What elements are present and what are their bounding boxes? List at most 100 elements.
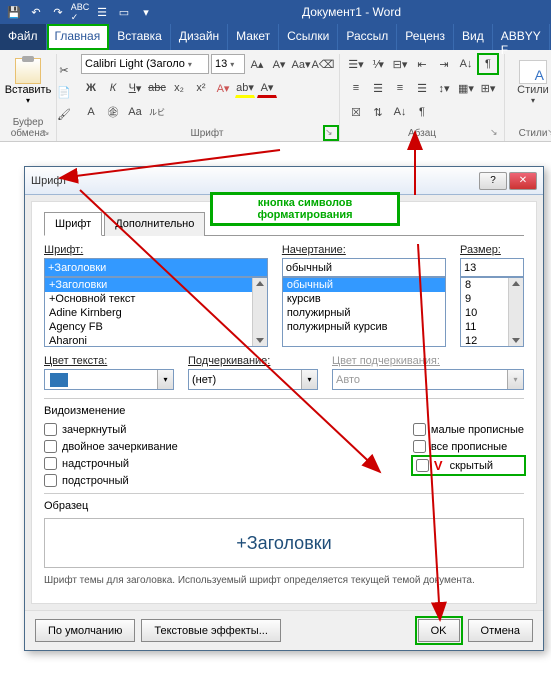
multilevel-icon[interactable]: ⊟▾ [390, 54, 410, 74]
check-smallcaps[interactable]: малые прописные [413, 423, 524, 436]
texteffect-icon[interactable]: A▾ [213, 78, 233, 98]
borders-icon[interactable]: ⊞▾ [478, 78, 498, 98]
ok-button[interactable]: OK [418, 619, 460, 642]
scrollbar[interactable] [508, 278, 523, 346]
dlg-tab-advanced[interactable]: Дополнительно [104, 212, 205, 236]
tab-home[interactable]: Главная [47, 24, 110, 50]
align-center-icon[interactable]: ☰ [368, 78, 388, 98]
font-name-combo[interactable]: Calibri Light (Заголо▾ [81, 54, 209, 74]
group-font: Calibri Light (Заголо▾ 13▾ A▴ A▾ Aa▾ A⌫ … [57, 54, 340, 141]
check-double-strike[interactable]: двойное зачеркивание [44, 440, 178, 453]
fontcolor-icon[interactable]: A▾ [257, 78, 277, 98]
numbering-icon[interactable]: ⅟▾ [368, 54, 388, 74]
shrink-font-icon[interactable]: A▾ [269, 54, 289, 74]
ribbon-tabs: Файл Главная Вставка Дизайн Макет Ссылки… [0, 24, 551, 50]
char-border-icon[interactable]: Aa [125, 102, 145, 122]
styles-launcher-icon[interactable]: ↘ [547, 127, 551, 139]
subscript-icon[interactable]: x₂ [169, 78, 189, 98]
align-right-icon[interactable]: ≡ [390, 78, 410, 98]
list-item[interactable]: Aharoni [45, 334, 267, 347]
enclose-icon[interactable]: ㊭ [103, 102, 123, 122]
list-item[interactable]: полужирный [283, 306, 445, 320]
default-button[interactable]: По умолчанию [35, 619, 135, 642]
superscript-icon[interactable]: x² [191, 78, 211, 98]
text-effects-button[interactable]: Текстовые эффекты... [141, 619, 281, 642]
char-shading-icon[interactable]: A [81, 102, 101, 122]
style-listbox[interactable]: обычный курсив полужирный полужирный кур… [282, 277, 446, 347]
cancel-button[interactable]: Отмена [468, 619, 533, 642]
font-launcher-icon[interactable]: ↘ [325, 127, 337, 139]
style-input[interactable]: обычный [282, 258, 446, 277]
dialog-help-icon[interactable]: ? [479, 172, 507, 190]
bold-icon[interactable]: Ж [81, 78, 101, 98]
font-listbox[interactable]: +Заголовки +Основной текст Adine Kirnber… [44, 277, 268, 347]
tab-links[interactable]: Ссылки [279, 24, 338, 50]
grow-font-icon[interactable]: A▴ [247, 54, 267, 74]
label-size: Размер: [460, 244, 524, 256]
font-size-combo[interactable]: 13▾ [211, 54, 245, 74]
tab-abbyy1[interactable]: ABBYY F [493, 24, 550, 50]
clipboard-launcher-icon[interactable]: ↘ [42, 127, 54, 139]
tab-design[interactable]: Дизайн [171, 24, 228, 50]
para-launcher-icon[interactable]: ↘ [490, 127, 502, 139]
inc-indent-icon[interactable]: ⇥ [434, 54, 454, 74]
tab-layout[interactable]: Макет [228, 24, 279, 50]
para-x2-icon[interactable]: ⇅ [368, 102, 388, 122]
list-item[interactable]: полужирный курсив [283, 320, 445, 334]
para-x1-icon[interactable]: ☒ [346, 102, 366, 122]
justify-icon[interactable]: ☰ [412, 78, 432, 98]
case-icon[interactable]: Aa▾ [291, 54, 311, 74]
underline-icon[interactable]: Ч▾ [125, 78, 145, 98]
align-left-icon[interactable]: ≡ [346, 78, 366, 98]
dec-indent-icon[interactable]: ⇤ [412, 54, 432, 74]
scrollbar[interactable] [252, 278, 267, 346]
line-spacing-icon[interactable]: ↕▾ [434, 78, 454, 98]
check-subscript[interactable]: подстрочный [44, 474, 178, 487]
strike-icon[interactable]: abc [147, 78, 167, 98]
group-styles: Стили ▾ Стили ↘ [505, 54, 551, 141]
dropdown-icon[interactable]: ▾ [136, 2, 156, 22]
check-strike[interactable]: зачеркнутый [44, 423, 178, 436]
underline-combo[interactable]: (нет) ▾ [188, 369, 318, 390]
size-listbox[interactable]: 8 9 10 11 12 [460, 277, 524, 347]
tab-mail[interactable]: Рассыл [338, 24, 397, 50]
redo-icon[interactable]: ↷ [48, 2, 68, 22]
show-marks-icon[interactable]: ¶ [478, 54, 498, 74]
check-hidden[interactable]: Vскрытый [413, 457, 524, 474]
dialog-titlebar[interactable]: Шрифт ? ✕ [25, 167, 543, 195]
dlg-tab-font[interactable]: Шрифт [44, 212, 102, 236]
tab-view[interactable]: Вид [454, 24, 493, 50]
touch-icon[interactable]: ☰ [92, 2, 112, 22]
spell-icon[interactable]: ABC✓ [70, 2, 90, 22]
ruler-icon[interactable]: ▭ [114, 2, 134, 22]
sort-icon[interactable]: A↓ [456, 54, 476, 74]
shading-icon[interactable]: ▦▾ [456, 78, 476, 98]
styles-button[interactable]: Стили ▾ [511, 54, 551, 105]
highlight-icon[interactable]: ab▾ [235, 78, 255, 98]
save-icon[interactable]: 💾 [4, 2, 24, 22]
size-input[interactable]: 13 [460, 258, 524, 277]
list-item[interactable]: Adine Kirnberg [45, 306, 267, 320]
check-superscript[interactable]: надстрочный [44, 457, 178, 470]
check-allcaps[interactable]: все прописные [413, 440, 524, 453]
paste-button[interactable]: Вставить ▾ [6, 54, 50, 105]
dialog-close-icon[interactable]: ✕ [509, 172, 537, 190]
font-input[interactable]: +Заголовки [44, 258, 268, 277]
para-sort-icon[interactable]: A↓ [390, 102, 410, 122]
list-item[interactable]: обычный [283, 278, 445, 292]
list-item[interactable]: курсив [283, 292, 445, 306]
undo-icon[interactable]: ↶ [26, 2, 46, 22]
list-item[interactable]: +Основной текст [45, 292, 267, 306]
italic-icon[interactable]: К [103, 78, 123, 98]
clear-fmt-icon[interactable]: A⌫ [313, 54, 333, 74]
list-item[interactable]: +Заголовки [45, 278, 267, 292]
para-marks-icon[interactable]: ¶ [412, 102, 432, 122]
phonetic-icon[interactable]: ルビ [147, 102, 167, 122]
list-item[interactable]: Agency FB [45, 320, 267, 334]
tab-file[interactable]: Файл [0, 24, 47, 50]
tab-review[interactable]: Реценз [397, 24, 454, 50]
styles-label: Стили [517, 84, 549, 96]
color-combo[interactable]: ▾ [44, 369, 174, 390]
bullets-icon[interactable]: ☰▾ [346, 54, 366, 74]
tab-insert[interactable]: Вставка [109, 24, 171, 50]
